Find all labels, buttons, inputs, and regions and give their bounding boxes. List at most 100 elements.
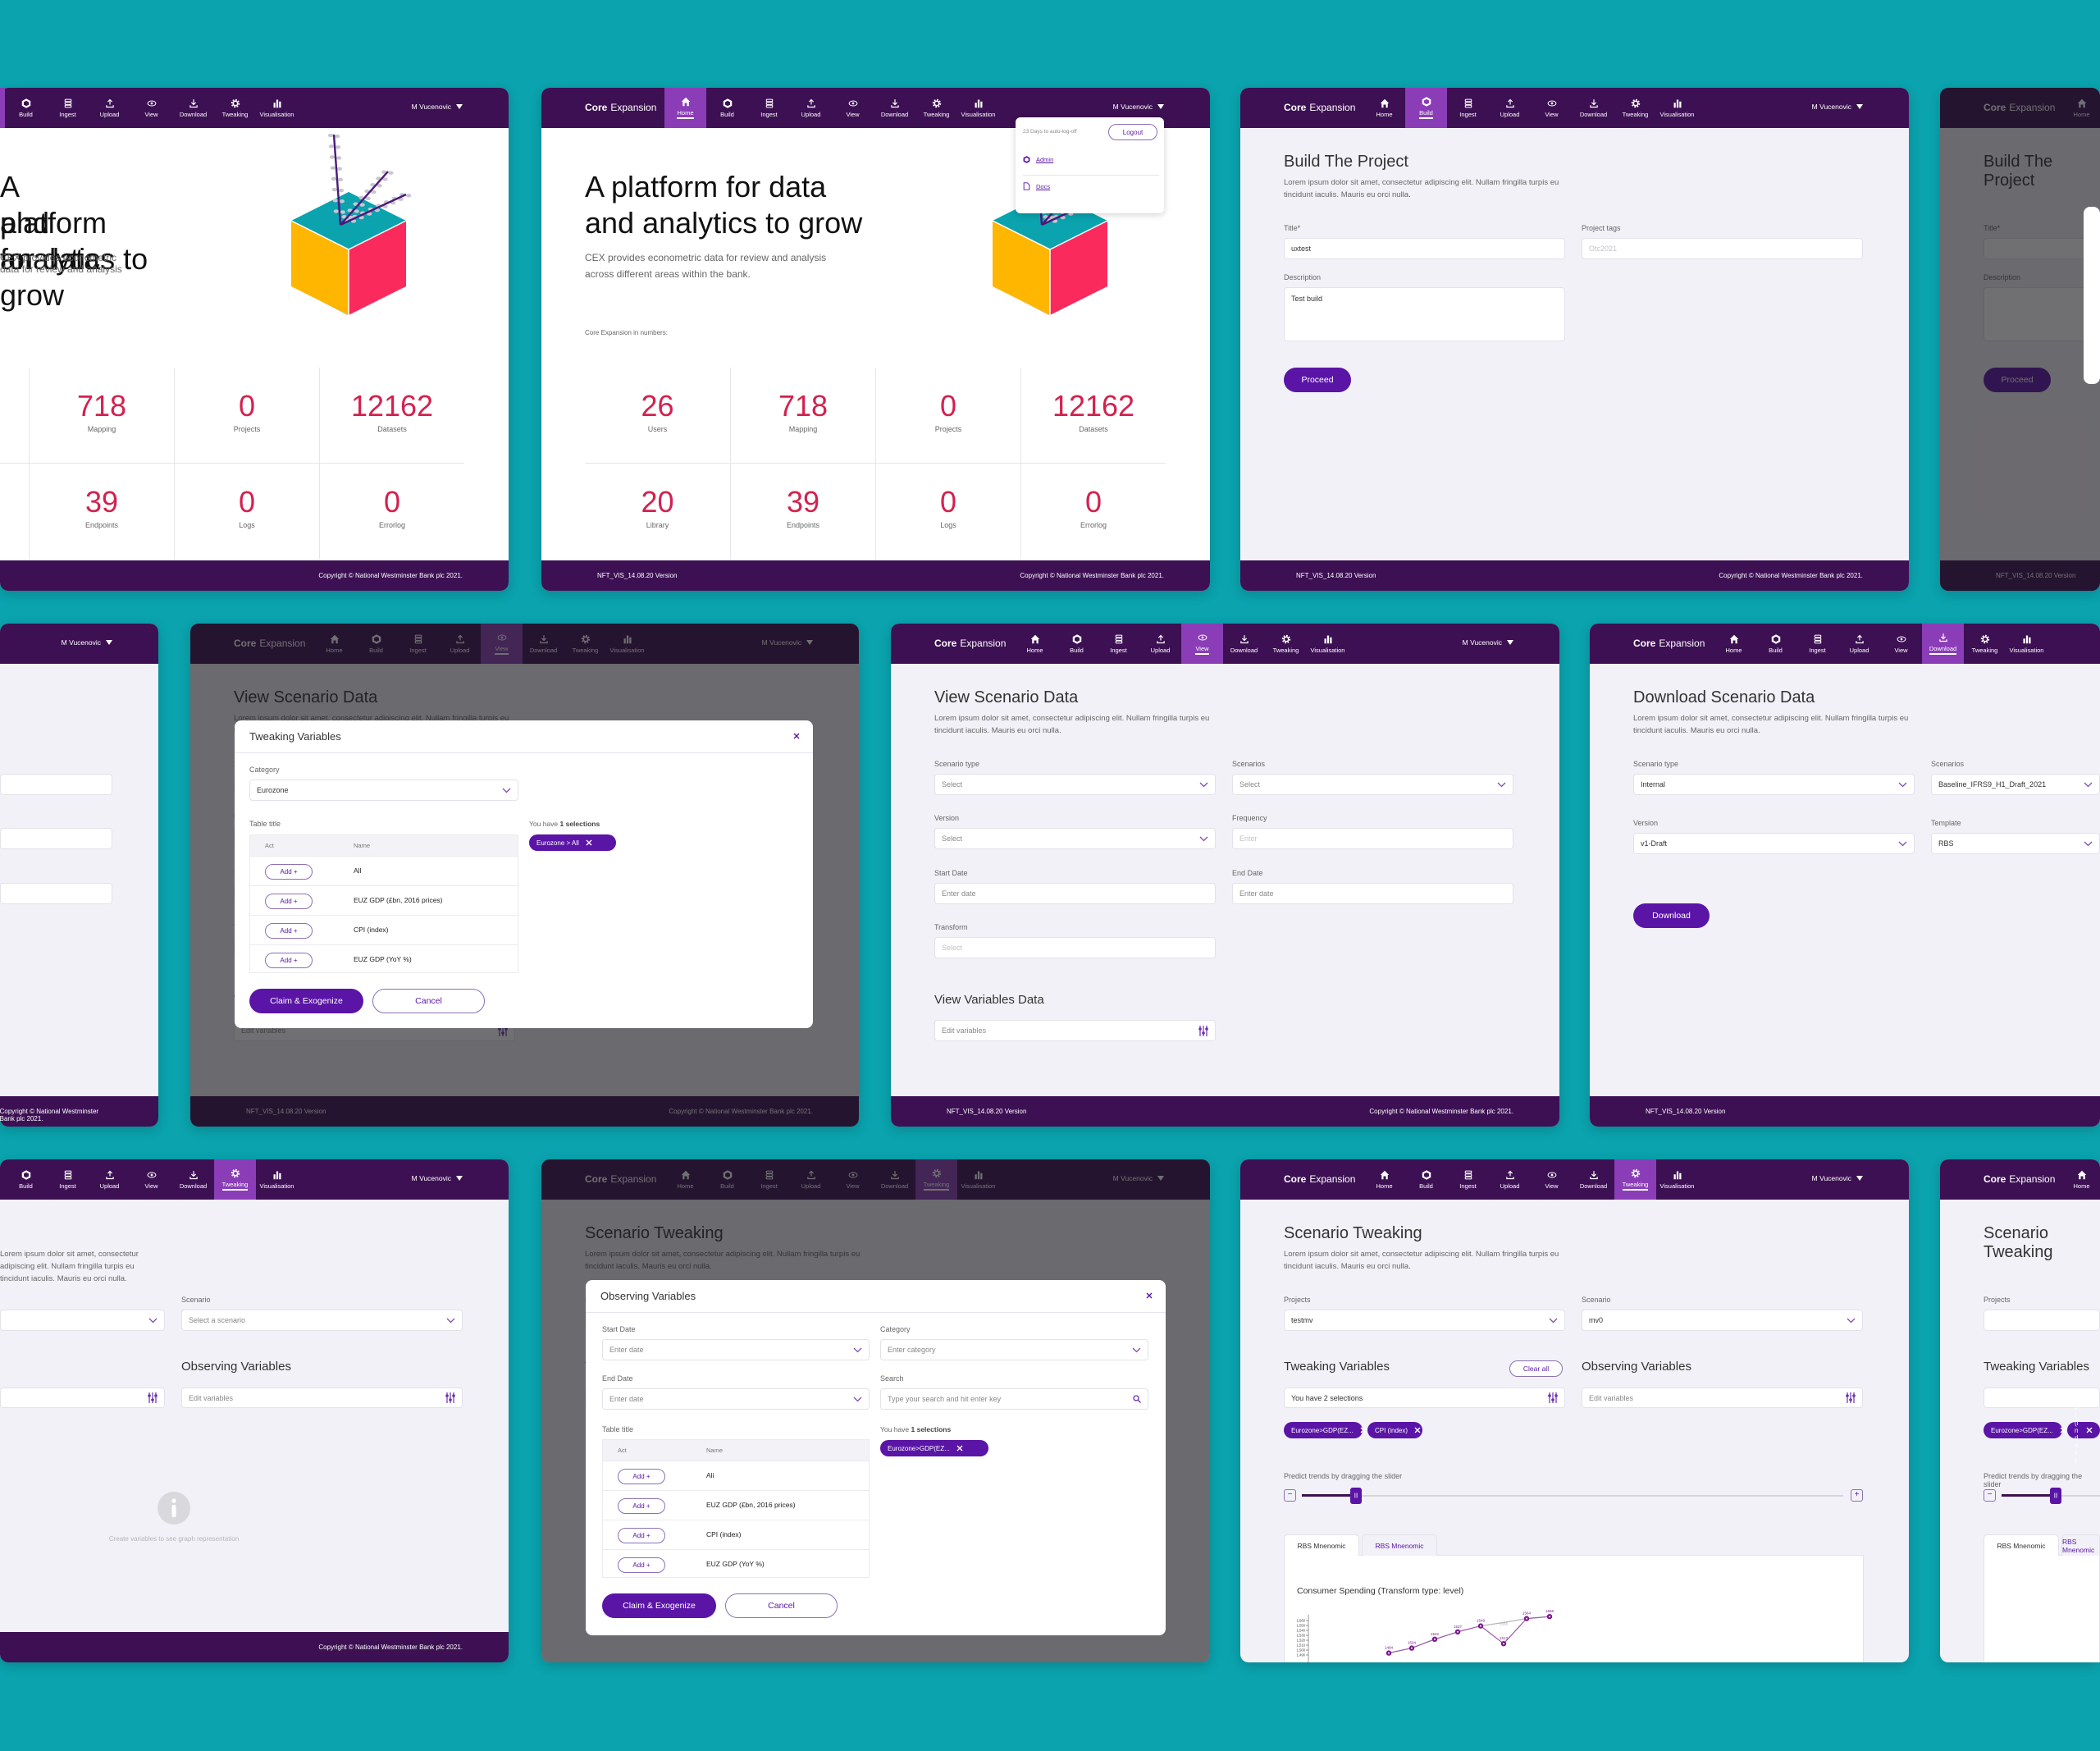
nav-item-tweaking[interactable]: Tweaking bbox=[1614, 88, 1656, 128]
add-variable-button[interactable]: Add + bbox=[618, 1528, 665, 1543]
nav-item-tweaking[interactable]: Tweaking bbox=[915, 88, 957, 128]
nav-item-upload[interactable]: Upload bbox=[89, 88, 130, 128]
start-date-input[interactable]: Enter date bbox=[934, 883, 1216, 904]
slider-decrease-button[interactable]: − bbox=[1284, 1489, 1296, 1502]
nav-item-ingest[interactable]: Ingest bbox=[1796, 624, 1838, 664]
nav-item-view[interactable]: View bbox=[130, 1159, 172, 1200]
category-select[interactable]: Enter category bbox=[880, 1339, 1148, 1360]
nav-item-visualisation[interactable]: Visualisation bbox=[1656, 88, 1698, 128]
user-menu-toggle[interactable]: M Vucenovic bbox=[1812, 1174, 1863, 1182]
selection-chip[interactable]: Eurozone>GDP(EZ... bbox=[1984, 1422, 2066, 1438]
nav-item-upload[interactable]: Upload bbox=[790, 88, 832, 128]
user-menu-toggle[interactable]: M Vucenovic bbox=[1463, 638, 1513, 647]
nav-item-upload[interactable]: Upload bbox=[1838, 624, 1880, 664]
nav-item-home[interactable]: Home bbox=[2063, 1159, 2100, 1200]
slider-thumb[interactable]: ||| bbox=[1350, 1488, 1362, 1504]
template-select[interactable]: RBS bbox=[1931, 833, 2100, 854]
nav-item-visualisation[interactable]: Visualisation bbox=[256, 1159, 298, 1200]
nav-item-visualisation[interactable]: Visualisation bbox=[957, 88, 999, 128]
nav-item-download[interactable]: Download bbox=[1223, 624, 1265, 664]
nav-item-home[interactable]: Home bbox=[1363, 1159, 1405, 1200]
logout-button[interactable]: Logout bbox=[1108, 124, 1157, 140]
selection-chip[interactable]: Eurozone > All bbox=[529, 834, 616, 851]
app-logo[interactable]: CoreExpansion bbox=[1284, 102, 1355, 113]
nav-item-home[interactable]: Home bbox=[664, 88, 706, 128]
nav-item-download[interactable]: Download bbox=[172, 1159, 214, 1200]
claim-exogenize-button[interactable]: Claim & Exogenize bbox=[249, 989, 363, 1013]
nav-item-build[interactable]: Build bbox=[1056, 624, 1098, 664]
nav-item-upload[interactable]: Upload bbox=[1139, 624, 1181, 664]
frequency-input[interactable]: Enter bbox=[1232, 828, 1513, 849]
chart-tab[interactable]: RBS Mnenomic bbox=[1984, 1534, 2059, 1556]
nav-item-ingest[interactable]: Ingest bbox=[1098, 624, 1139, 664]
nav-item-tweaking[interactable]: Tweaking bbox=[214, 1159, 256, 1200]
nav-item-build[interactable]: Build bbox=[1405, 1159, 1447, 1200]
start-date-select[interactable]: Enter date bbox=[602, 1339, 870, 1360]
download-button[interactable]: Download bbox=[1633, 903, 1710, 928]
category-select[interactable]: Eurozone bbox=[249, 779, 518, 801]
tweaking-variables-input[interactable] bbox=[1984, 1388, 2100, 1408]
chart-tab[interactable]: RBS Mnenomic bbox=[1362, 1534, 1437, 1556]
add-variable-button[interactable]: Add + bbox=[618, 1557, 665, 1573]
observing-variables-input[interactable]: Edit variables bbox=[1582, 1388, 1863, 1408]
nav-item-ingest[interactable]: Ingest bbox=[47, 1159, 89, 1200]
nav-item-download[interactable]: Download bbox=[874, 88, 915, 128]
nav-item-visualisation[interactable]: Visualisation bbox=[256, 88, 298, 128]
project-tags-input[interactable]: Otc2021 bbox=[1582, 238, 1863, 259]
slider-increase-button[interactable]: + bbox=[1851, 1489, 1863, 1502]
nav-item-ingest[interactable]: Ingest bbox=[1447, 88, 1489, 128]
selection-chip[interactable]: CPI (index) bbox=[1367, 1422, 1422, 1438]
selection-chip[interactable]: Eurozone>GDP(EZ... bbox=[1284, 1422, 1367, 1438]
scenario-type-select[interactable]: Internal bbox=[1633, 774, 1915, 795]
add-variable-button[interactable]: Add + bbox=[265, 894, 313, 909]
nav-item-view[interactable]: View bbox=[1880, 624, 1922, 664]
app-logo[interactable]: CoreExpansion bbox=[1633, 638, 1705, 649]
add-variable-button[interactable]: Add + bbox=[618, 1498, 665, 1514]
cancel-button[interactable]: Cancel bbox=[372, 989, 485, 1013]
frequency-input[interactable] bbox=[0, 828, 112, 849]
nav-item-view[interactable]: View bbox=[1531, 88, 1573, 128]
slider-thumb[interactable]: ||| bbox=[2050, 1488, 2061, 1504]
tweaking-variables-input[interactable] bbox=[0, 1388, 165, 1408]
scenarios-select[interactable]: Baseline_IFRS9_H1_Draft_2021 bbox=[1931, 774, 2100, 795]
end-date-input[interactable]: Enter date bbox=[1232, 883, 1513, 904]
user-menu-toggle[interactable]: M Vucenovic bbox=[62, 638, 112, 647]
claim-exogenize-button[interactable]: Claim & Exogenize bbox=[602, 1593, 716, 1618]
nav-item-build[interactable]: Build bbox=[1755, 624, 1796, 664]
nav-item-tweaking[interactable]: Tweaking bbox=[1964, 624, 2006, 664]
nav-item-view[interactable]: View bbox=[1181, 624, 1223, 664]
app-logo[interactable]: CoreExpansion bbox=[585, 102, 656, 113]
menu-item-link[interactable]: Docs bbox=[1036, 183, 1050, 190]
nav-item-upload[interactable]: Upload bbox=[1489, 88, 1531, 128]
transform-select[interactable]: Select bbox=[934, 937, 1216, 958]
end-date-input[interactable] bbox=[0, 883, 112, 904]
nav-item-visualisation[interactable]: Visualisation bbox=[1656, 1159, 1698, 1200]
user-menu-toggle[interactable]: M Vucenovic bbox=[1113, 103, 1164, 111]
projects-select[interactable]: testmv bbox=[1284, 1310, 1565, 1331]
nav-item-download[interactable]: Download bbox=[172, 88, 214, 128]
observing-variables-input[interactable]: Edit variables bbox=[181, 1388, 463, 1408]
selection-chip[interactable]: Eurozone>GDP(EZ... bbox=[880, 1440, 988, 1456]
nav-item-ingest[interactable]: Ingest bbox=[748, 88, 790, 128]
version-select[interactable]: Select bbox=[934, 828, 1216, 849]
selection-chip[interactable]: CPI (index) bbox=[2067, 1397, 2100, 1464]
scenarios-select[interactable]: Select bbox=[1232, 774, 1513, 795]
nav-item-download[interactable]: Download bbox=[1922, 624, 1964, 664]
description-textarea[interactable]: Test build bbox=[1284, 287, 1565, 341]
add-variable-button[interactable]: Add + bbox=[265, 953, 313, 968]
chart-tab[interactable]: RBS Mnenomic bbox=[2061, 1534, 2100, 1556]
tweaking-variables-input[interactable]: You have 2 selections bbox=[1284, 1388, 1565, 1408]
slider-decrease-button[interactable]: − bbox=[1984, 1489, 1996, 1502]
nav-item-download[interactable]: Download bbox=[1573, 88, 1614, 128]
nav-item-home[interactable]: Home bbox=[1713, 624, 1755, 664]
menu-item-link[interactable]: Admin bbox=[1036, 156, 1053, 163]
nav-item-download[interactable]: Download bbox=[1573, 1159, 1614, 1200]
add-variable-button[interactable]: Add + bbox=[265, 923, 313, 939]
clear-all-button[interactable]: Clear all bbox=[1509, 1360, 1563, 1377]
nav-item-ingest[interactable]: Ingest bbox=[47, 88, 89, 128]
nav-item-view[interactable]: View bbox=[130, 88, 172, 128]
app-logo[interactable]: CoreExpansion bbox=[1984, 1173, 2055, 1185]
user-menu-toggle[interactable]: M Vucenovic bbox=[412, 1174, 463, 1182]
chart-tab[interactable]: RBS Mnenomic bbox=[1284, 1534, 1359, 1556]
nav-item-build[interactable]: Build bbox=[706, 88, 748, 128]
